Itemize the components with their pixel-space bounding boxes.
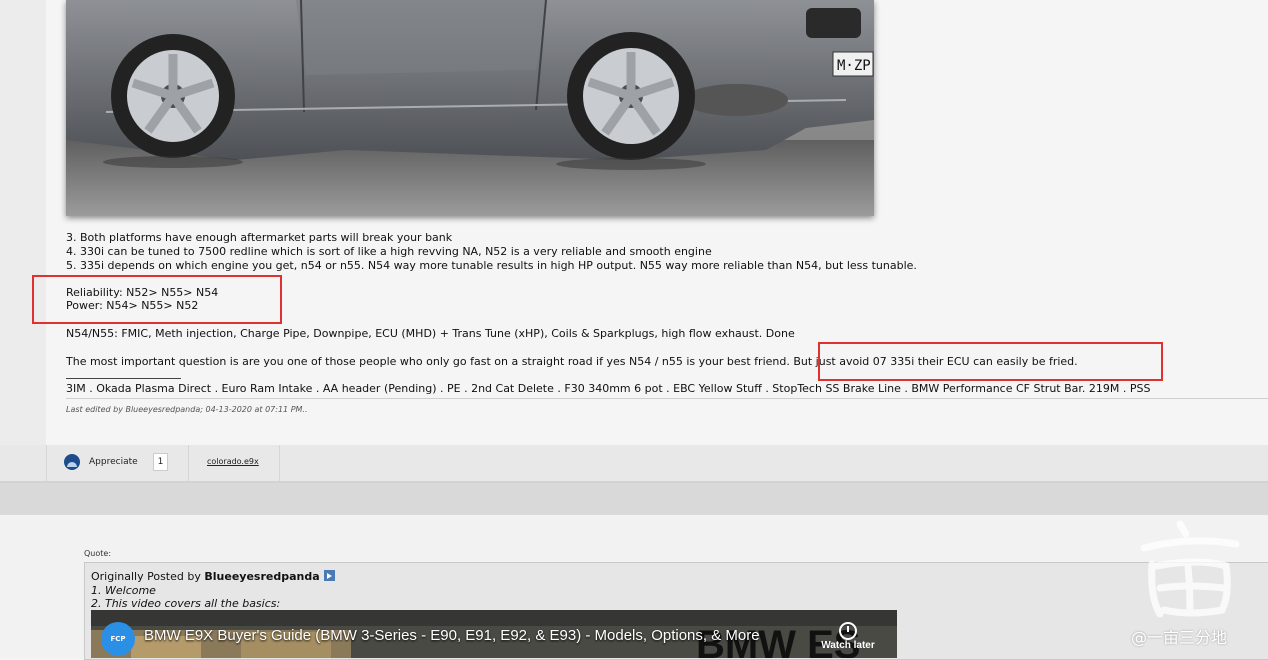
quote-line: 2. This video covers all the basics: [91, 597, 281, 610]
signature: 3IM . Okada Plasma Direct . Euro Ram Int… [66, 382, 1151, 395]
watermark-text: @一亩三分地 [1131, 628, 1228, 647]
action-divider [279, 445, 280, 481]
originally-posted-by: Originally Posted by [91, 570, 201, 583]
post-action-bar [0, 445, 1268, 483]
post-body-line: 5. 335i depends on which engine you get,… [66, 259, 917, 272]
quote-line: 1. Welcome [91, 584, 156, 597]
post-separator-band [0, 483, 1268, 515]
embedded-video[interactable]: BMW ES FCP Euro BMW E9X Buyer's Guide (B… [91, 610, 897, 658]
signature-separator [66, 378, 181, 379]
appreciate-icon [64, 454, 80, 470]
action-divider [188, 445, 189, 481]
clock-icon [839, 622, 857, 640]
divider [66, 398, 1268, 399]
post-body-line: 3. Both platforms have enough aftermarke… [66, 231, 453, 244]
video-title[interactable]: BMW E9X Buyer's Guide (BMW 3-Series - E9… [144, 627, 760, 644]
highlight-box-rankings [32, 275, 282, 324]
watch-later-button[interactable]: Watch later [813, 622, 883, 651]
post-body-line: 4. 330i can be tuned to 7500 redline whi… [66, 245, 712, 258]
watermark-logo [1140, 520, 1240, 618]
appreciate-button[interactable]: Appreciate [64, 453, 138, 471]
appreciate-count: 1 [153, 453, 168, 471]
watch-later-label: Watch later [821, 640, 875, 651]
view-post-icon[interactable] [323, 570, 335, 581]
post-left-gutter [0, 0, 47, 445]
appreciated-by-user-link[interactable]: colorado.e9x [207, 457, 259, 466]
car-illustration: M·ZP [66, 0, 874, 216]
quote-author: Blueeyesredpanda [204, 570, 320, 583]
channel-avatar[interactable]: FCP Euro [101, 622, 135, 656]
last-edited-note: Last edited by Blueeyesredpanda; 04-13-2… [66, 405, 308, 414]
license-plate-text: M·ZP [837, 58, 871, 74]
mod-list: N54/N55: FMIC, Meth injection, Charge Pi… [66, 327, 795, 340]
action-divider [46, 445, 47, 481]
highlight-box-ecu-warning [818, 342, 1163, 381]
quote-attribution: Originally Posted by Blueeyesredpanda [91, 570, 335, 583]
appreciate-label: Appreciate [89, 457, 138, 467]
post-image-bmw-sedan[interactable]: M·ZP [66, 0, 874, 216]
quote-label: Quote: [84, 549, 112, 558]
